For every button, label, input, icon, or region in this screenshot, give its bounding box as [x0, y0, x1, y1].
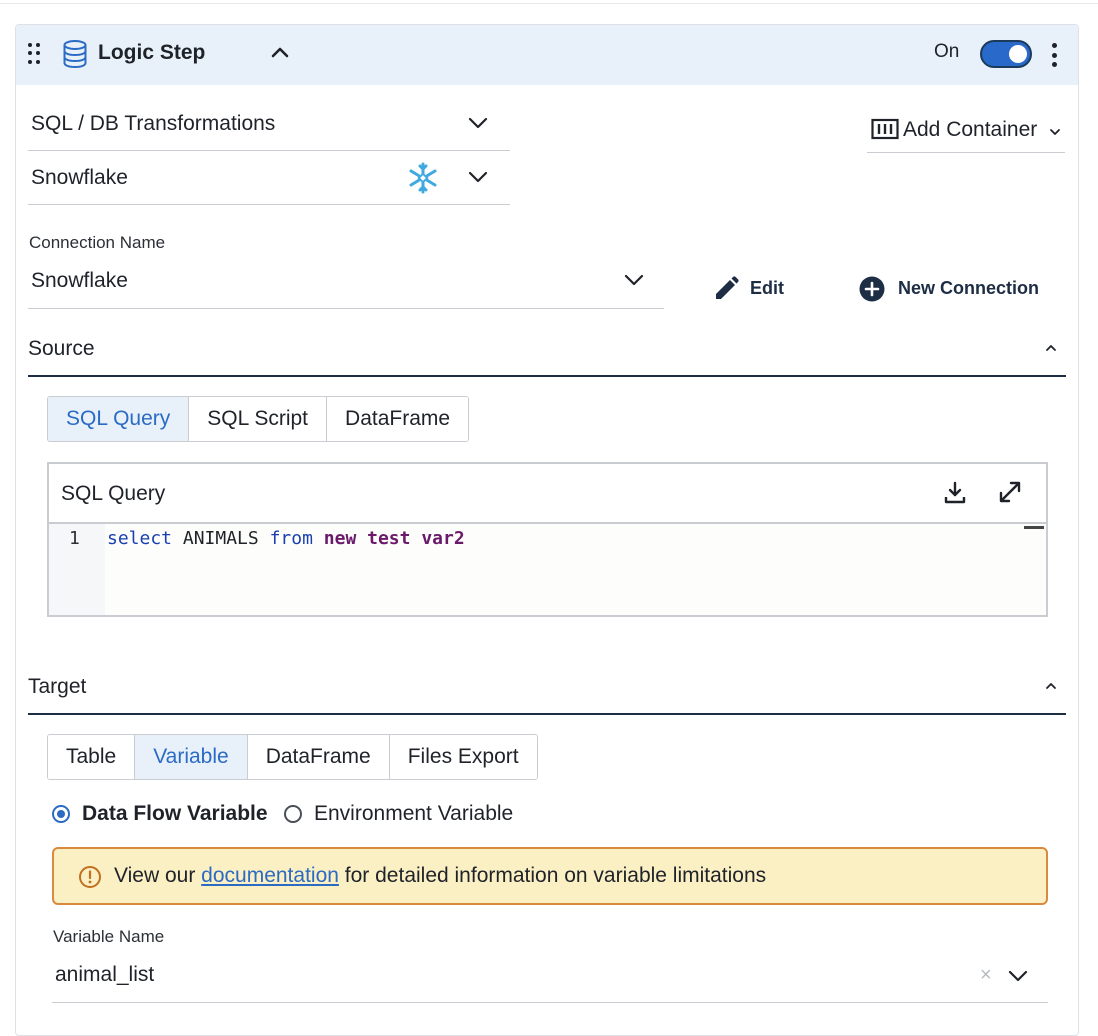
- edit-button[interactable]: Edit: [713, 275, 803, 303]
- category-select[interactable]: SQL / DB Transformations: [28, 95, 510, 151]
- radio-environment-variable[interactable]: Environment Variable: [284, 801, 544, 827]
- chevron-down-icon: [467, 116, 489, 135]
- download-icon[interactable]: [943, 481, 967, 510]
- connection-select-value: Snowflake: [31, 269, 128, 292]
- plus-circle-icon: [858, 275, 886, 308]
- tab-files-export[interactable]: Files Export: [389, 735, 537, 779]
- category-select-value: SQL / DB Transformations: [31, 112, 276, 135]
- variable-name-select[interactable]: animal_list ×: [52, 953, 1048, 1003]
- add-container-button[interactable]: Add Container: [867, 107, 1065, 153]
- pencil-icon: [713, 276, 739, 307]
- target-section-header[interactable]: Target: [28, 669, 1066, 715]
- tab-sql-query[interactable]: SQL Query: [48, 397, 190, 441]
- step-header: Logic Step On: [16, 25, 1078, 85]
- toggle-knob: [1009, 45, 1027, 63]
- target-title: Target: [28, 675, 87, 698]
- kebab-icon[interactable]: [1052, 43, 1058, 67]
- tab-table[interactable]: Table: [48, 735, 136, 779]
- code-line[interactable]: select ANIMALS from new test var2: [107, 528, 465, 549]
- tab-dataframe[interactable]: DataFrame: [327, 397, 469, 441]
- toggle-label: On: [934, 41, 960, 62]
- source-section-header[interactable]: Source: [28, 331, 1066, 377]
- tab-variable[interactable]: Variable: [135, 735, 248, 779]
- radio-unchecked-icon: [284, 805, 302, 823]
- new-connection-label: New Connection: [898, 278, 1040, 298]
- drag-handle-icon[interactable]: [28, 43, 40, 65]
- logic-step-card: Logic Step On SQL / DB Transformations S…: [15, 24, 1079, 1036]
- expand-icon[interactable]: [998, 480, 1022, 509]
- source-title: Source: [28, 337, 95, 360]
- database-select-value: Snowflake: [31, 166, 128, 189]
- target-divider: [28, 713, 1066, 715]
- code-token: select: [107, 528, 173, 549]
- line-number: 1: [69, 528, 80, 549]
- scrollbar-thumb[interactable]: [1024, 526, 1044, 529]
- step-title: Logic Step: [98, 41, 206, 64]
- snowflake-logo: [407, 162, 439, 199]
- target-tabs: Table Variable DataFrame Files Export: [47, 734, 538, 780]
- notice-suffix: for detailed information on variable lim…: [344, 864, 767, 887]
- sql-editor: SQL Query 1 select ANIMALS from new test…: [47, 462, 1048, 617]
- code-token: ANIMALS: [172, 528, 270, 549]
- variable-name-label: Variable Name: [53, 927, 165, 946]
- clear-icon[interactable]: ×: [980, 964, 992, 987]
- radio-checked-icon: [52, 805, 70, 823]
- source-divider: [28, 375, 1066, 377]
- tab-dataframe[interactable]: DataFrame: [247, 735, 390, 779]
- source-tabs: SQL Query SQL Script DataFrame: [47, 396, 470, 442]
- new-connection-button[interactable]: New Connection: [858, 275, 1058, 303]
- sql-editor-header: SQL Query: [49, 464, 1046, 524]
- add-container-label: Add Container: [903, 118, 1038, 141]
- connection-select[interactable]: Snowflake: [28, 261, 664, 309]
- radio-label: Environment Variable: [314, 802, 514, 825]
- chevron-up-icon: [1044, 679, 1058, 697]
- notice-prefix: View our: [114, 864, 196, 887]
- notice-text: View our documentation for detailed info…: [114, 864, 766, 888]
- radio-data-flow-variable[interactable]: Data Flow Variable: [52, 801, 282, 827]
- variable-name-value: animal_list: [55, 963, 155, 986]
- tab-sql-script[interactable]: SQL Script: [189, 397, 328, 441]
- chevron-down-icon[interactable]: [1007, 969, 1029, 988]
- chevron-down-icon: [467, 170, 489, 189]
- code-token: new test var2: [323, 528, 465, 549]
- chevron-down-icon: [1049, 124, 1061, 142]
- top-divider: [0, 0, 1098, 4]
- radio-label: Data Flow Variable: [82, 802, 268, 825]
- sql-editor-title: SQL Query: [61, 482, 166, 505]
- code-token: from: [269, 528, 313, 549]
- chevron-up-icon: [1044, 341, 1058, 359]
- edit-label: Edit: [750, 278, 784, 298]
- documentation-link[interactable]: documentation: [201, 864, 339, 887]
- chevron-up-icon[interactable]: [270, 44, 290, 65]
- enable-toggle[interactable]: [980, 40, 1032, 68]
- database-icon: [62, 39, 88, 74]
- columns-icon: [871, 118, 899, 145]
- variable-limitations-notice: View our documentation for detailed info…: [52, 847, 1048, 905]
- chevron-down-icon: [623, 273, 645, 292]
- warning-icon: [78, 865, 102, 894]
- connection-name-label: Connection Name: [29, 233, 166, 252]
- database-select[interactable]: Snowflake: [28, 151, 510, 205]
